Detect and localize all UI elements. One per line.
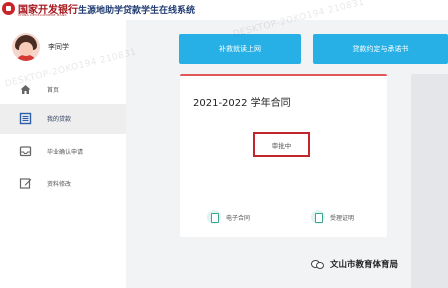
apply-button[interactable]: 补救就读上网: [179, 34, 301, 64]
sidebar-item-label: 我的贷款: [47, 116, 72, 123]
sidebar-item-label: 资料修改: [47, 181, 72, 188]
certificate-icon: [311, 210, 325, 224]
avatar[interactable]: [12, 33, 40, 61]
agreement-button[interactable]: 贷款约定与承诺书: [313, 34, 448, 64]
brand-overlay: 文山市教育体育局: [311, 258, 398, 270]
acceptance-certificate-link[interactable]: 受理证明: [311, 210, 354, 224]
inbox-icon: [19, 146, 32, 157]
bank-logo-icon: [2, 2, 15, 15]
side-panel: [411, 74, 448, 288]
app-root: 国家开发银行 CHINA DEVELOPMENT BANK 生源地助学贷款学生在…: [0, 0, 448, 288]
link-label: 电子合同: [226, 214, 251, 222]
list-icon: [19, 112, 32, 125]
sidebar-item-my-loans[interactable]: 我的贷款: [0, 104, 126, 134]
contract-title: 2021-2022 学年合同: [193, 98, 291, 109]
user-name: 李同学: [48, 43, 69, 51]
bank-name-en: CHINA DEVELOPMENT BANK: [18, 13, 67, 17]
edit-icon: [19, 178, 32, 189]
system-title: 生源地助学贷款学生在线系统: [78, 6, 196, 16]
sidebar-item-graduation[interactable]: 毕业确认申请: [0, 137, 126, 167]
status-badge: 审批中: [253, 132, 310, 157]
sidebar-item-label: 首页: [47, 87, 60, 94]
brand-text: 文山市教育体育局: [330, 260, 399, 270]
header: 国家开发银行 CHINA DEVELOPMENT BANK 生源地助学贷款学生在…: [0, 0, 448, 20]
sidebar-item-label: 毕业确认申请: [47, 149, 84, 156]
sidebar-item-profile-edit[interactable]: 资料修改: [0, 169, 126, 199]
contract-card: 2021-2022 学年合同 审批中 电子合同 受理证明: [180, 74, 387, 237]
status-text: 审批中: [271, 141, 292, 150]
link-label: 受理证明: [330, 214, 355, 222]
electronic-contract-link[interactable]: 电子合同: [207, 210, 250, 224]
document-icon: [207, 210, 221, 224]
wechat-icon: [311, 259, 325, 270]
